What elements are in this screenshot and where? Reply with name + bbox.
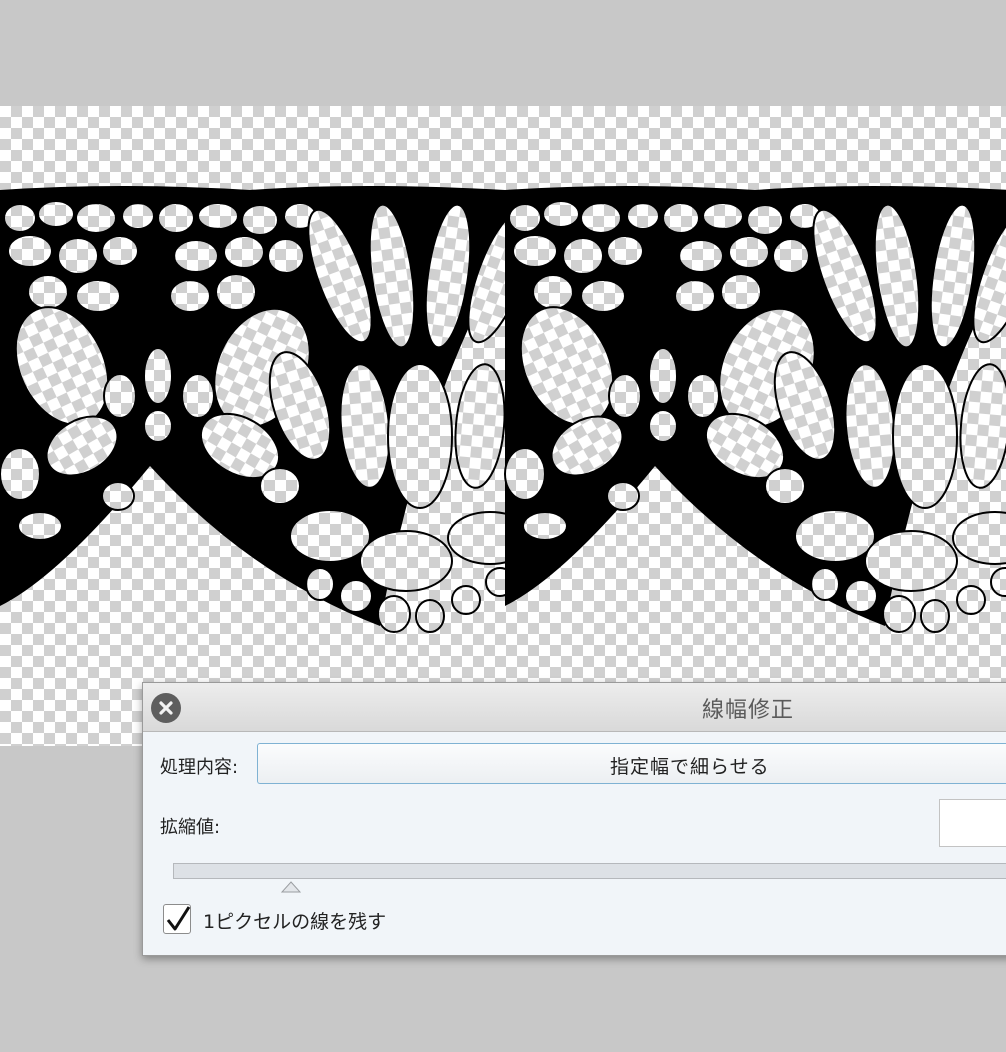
- process-dropdown[interactable]: 指定幅で細らせる: [257, 743, 1006, 784]
- close-icon[interactable]: [151, 693, 181, 723]
- keep-1px-line-checkbox[interactable]: [163, 904, 191, 934]
- line-width-dialog: 線幅修正 処理内容: 指定幅で細らせる 拡縮値: 1ピクセルの線を残す: [142, 682, 1006, 956]
- dialog-title: 線幅修正: [701, 698, 794, 723]
- scale-slider-track[interactable]: [173, 863, 1006, 879]
- triangle-up-icon[interactable]: [281, 881, 301, 893]
- keep-1px-line-label: 1ピクセルの線を残す: [203, 911, 387, 933]
- lace-artwork: [0, 185, 1006, 633]
- canvas-area[interactable]: [0, 106, 1006, 746]
- process-value: 指定幅で細らせる: [610, 756, 770, 778]
- dialog-titlebar[interactable]: 線幅修正: [143, 683, 1006, 732]
- checkmark-icon: [166, 906, 191, 931]
- scale-value-input[interactable]: [939, 799, 1006, 847]
- scale-label: 拡縮値:: [160, 817, 221, 838]
- process-label: 処理内容:: [160, 757, 239, 778]
